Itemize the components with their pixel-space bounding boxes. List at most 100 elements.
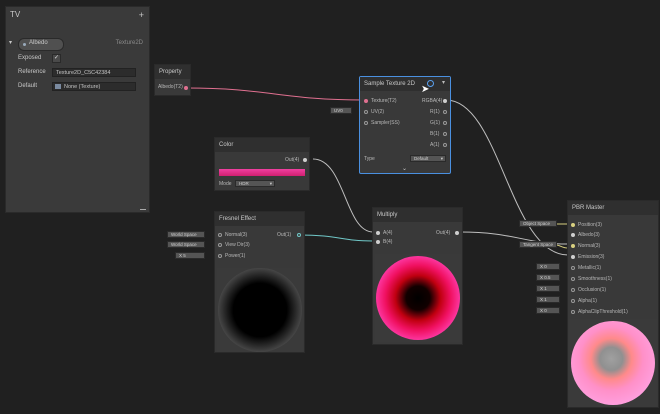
fresnel-node-title: Fresnel Effect — [215, 212, 304, 226]
uv-in-label: UV(2) — [371, 109, 385, 115]
metallic-label: Metallic(1) — [578, 265, 602, 271]
property-port-label: Albedo(T2) — [158, 84, 183, 90]
mode-dropdown[interactable]: HDR ▾ — [235, 180, 275, 187]
pbr-preview — [569, 319, 657, 407]
sample-texture-title: Sample Texture 2D — [360, 77, 450, 91]
position-space-chip[interactable]: Object Space — [519, 220, 557, 227]
rgba-out-port[interactable] — [443, 99, 447, 103]
fresnel-normal-chip[interactable]: World Space — [167, 231, 205, 238]
power-in-port[interactable] — [218, 254, 222, 258]
multiply-b-port[interactable] — [376, 240, 380, 244]
alpha-chip[interactable]: X 1 — [536, 296, 560, 303]
fresnel-power-chip[interactable]: X 5 — [175, 252, 205, 259]
rgba-out-label: RGBA(4) — [422, 98, 443, 104]
reference-label: Reference — [18, 69, 46, 75]
smoothness-label: Smoothness(1) — [578, 276, 612, 282]
exposed-checkbox[interactable]: ✓ — [52, 54, 61, 63]
texture-in-label: Texture(T2) — [371, 98, 397, 104]
a-out-port[interactable] — [443, 143, 447, 147]
expand-arrow-icon[interactable]: ▾ — [9, 39, 12, 46]
normal-label: Normal(3) — [578, 243, 601, 249]
property-pill[interactable]: Albedo — [18, 38, 64, 51]
pbr-master-title: PBR Master — [568, 201, 658, 215]
position-label: Position(3) — [578, 222, 602, 228]
dot-icon — [23, 43, 26, 46]
sampler-in-label: Sampler(SS) — [371, 120, 400, 126]
texture-in-port[interactable] — [364, 99, 368, 103]
fresnel-preview — [217, 268, 303, 352]
multiply-out-label: Out(4) — [436, 230, 451, 236]
fresnel-node[interactable]: Fresnel Effect Normal(3) View Dir(3) Pow… — [214, 211, 305, 353]
normal-port[interactable] — [571, 244, 575, 248]
color-swatch[interactable] — [219, 169, 305, 176]
mode-label: Mode — [219, 181, 232, 187]
mouse-cursor-icon: ➤ — [421, 84, 430, 95]
uv-channel-chip[interactable]: UV0 — [330, 107, 352, 114]
fresnel-viewdir-chip[interactable]: World Space — [167, 241, 205, 248]
fresnel-out-label: Out(1) — [277, 232, 292, 238]
multiply-out-port[interactable] — [455, 231, 459, 235]
normal-space-chip[interactable]: Tangent Space — [519, 241, 557, 248]
albedo-port[interactable] — [571, 233, 575, 237]
multiply-node[interactable]: Multiply A(4) B(4) Out(4) — [372, 207, 463, 345]
sampler-in-port[interactable] — [364, 121, 368, 125]
type-dropdown[interactable]: Default ▾ — [410, 155, 446, 162]
wire-property-to-texture — [185, 87, 366, 101]
multiply-a-label: A(4) — [383, 230, 393, 236]
property-name: Albedo — [29, 40, 48, 46]
plus-icon[interactable]: + — [139, 10, 144, 20]
resize-handle[interactable] — [140, 209, 146, 210]
occlusion-label: Occlusion(1) — [578, 287, 607, 293]
multiply-node-title: Multiply — [373, 208, 462, 222]
normal-in-label: Normal(3) — [225, 232, 248, 238]
r-out-label: R(1) — [430, 109, 440, 115]
a-out-label: A(1) — [430, 142, 440, 148]
color-out-label: Out(4) — [285, 157, 300, 163]
default-value: None (Texture) — [64, 84, 101, 90]
color-out-port[interactable] — [303, 158, 307, 162]
type-label: Type — [364, 156, 375, 162]
b-out-label: B(1) — [430, 131, 440, 137]
alpha-port[interactable] — [571, 299, 575, 303]
emission-label: Emission(3) — [578, 254, 605, 260]
g-out-label: G(1) — [430, 120, 440, 126]
occlusion-port[interactable] — [571, 288, 575, 292]
blackboard-title: TV — [10, 10, 21, 19]
multiply-preview — [375, 254, 461, 342]
alphaclip-port[interactable] — [571, 310, 575, 314]
fresnel-out-port[interactable] — [297, 233, 301, 237]
alphaclip-chip[interactable]: X 0 — [536, 307, 560, 314]
property-out-port[interactable] — [184, 86, 188, 90]
b-out-port[interactable] — [443, 132, 447, 136]
albedo-label: Albedo(3) — [578, 232, 600, 238]
position-port[interactable] — [571, 223, 575, 227]
blackboard-panel: TV + ▾ Albedo Texture2D Exposed ✓ Refere… — [5, 6, 150, 213]
smoothness-chip[interactable]: X 0.5 — [536, 274, 560, 281]
occlusion-chip[interactable]: X 1 — [536, 285, 560, 292]
wire-fresnel-to-multiply-b — [297, 234, 374, 242]
r-out-port[interactable] — [443, 110, 447, 114]
color-node[interactable]: Color Out(4) Mode HDR ▾ — [214, 137, 310, 191]
g-out-port[interactable] — [443, 121, 447, 125]
collapse-arrow-icon[interactable]: ▾ — [442, 79, 445, 86]
metallic-port[interactable] — [571, 266, 575, 270]
reference-field[interactable]: Texture2D_C5C42384 — [52, 68, 136, 77]
property-type: Texture2D — [115, 40, 143, 46]
viewdir-in-port[interactable] — [218, 243, 222, 247]
multiply-a-port[interactable] — [376, 231, 380, 235]
normal-in-port[interactable] — [218, 233, 222, 237]
expand-preview-icon[interactable]: ⌄ — [402, 165, 407, 172]
viewdir-in-label: View Dir(3) — [225, 242, 250, 248]
metallic-chip[interactable]: X 0 — [536, 263, 560, 270]
property-node[interactable]: Property Albedo(T2) — [154, 64, 191, 96]
pbr-master-node[interactable]: PBR Master Position(3) Albedo(3) Normal(… — [567, 200, 659, 408]
default-object-field[interactable]: None (Texture) — [52, 82, 136, 91]
emission-port[interactable] — [571, 255, 575, 259]
texture-icon — [55, 84, 61, 89]
sample-texture-node[interactable]: Sample Texture 2D ▾ Texture(T2) UV(2) Sa… — [359, 76, 451, 174]
exposed-label: Exposed — [18, 55, 42, 61]
smoothness-port[interactable] — [571, 277, 575, 281]
power-in-label: Power(1) — [225, 253, 246, 259]
alphaclip-label: AlphaClipThreshold(1) — [578, 309, 628, 315]
uv-in-port[interactable] — [364, 110, 368, 114]
